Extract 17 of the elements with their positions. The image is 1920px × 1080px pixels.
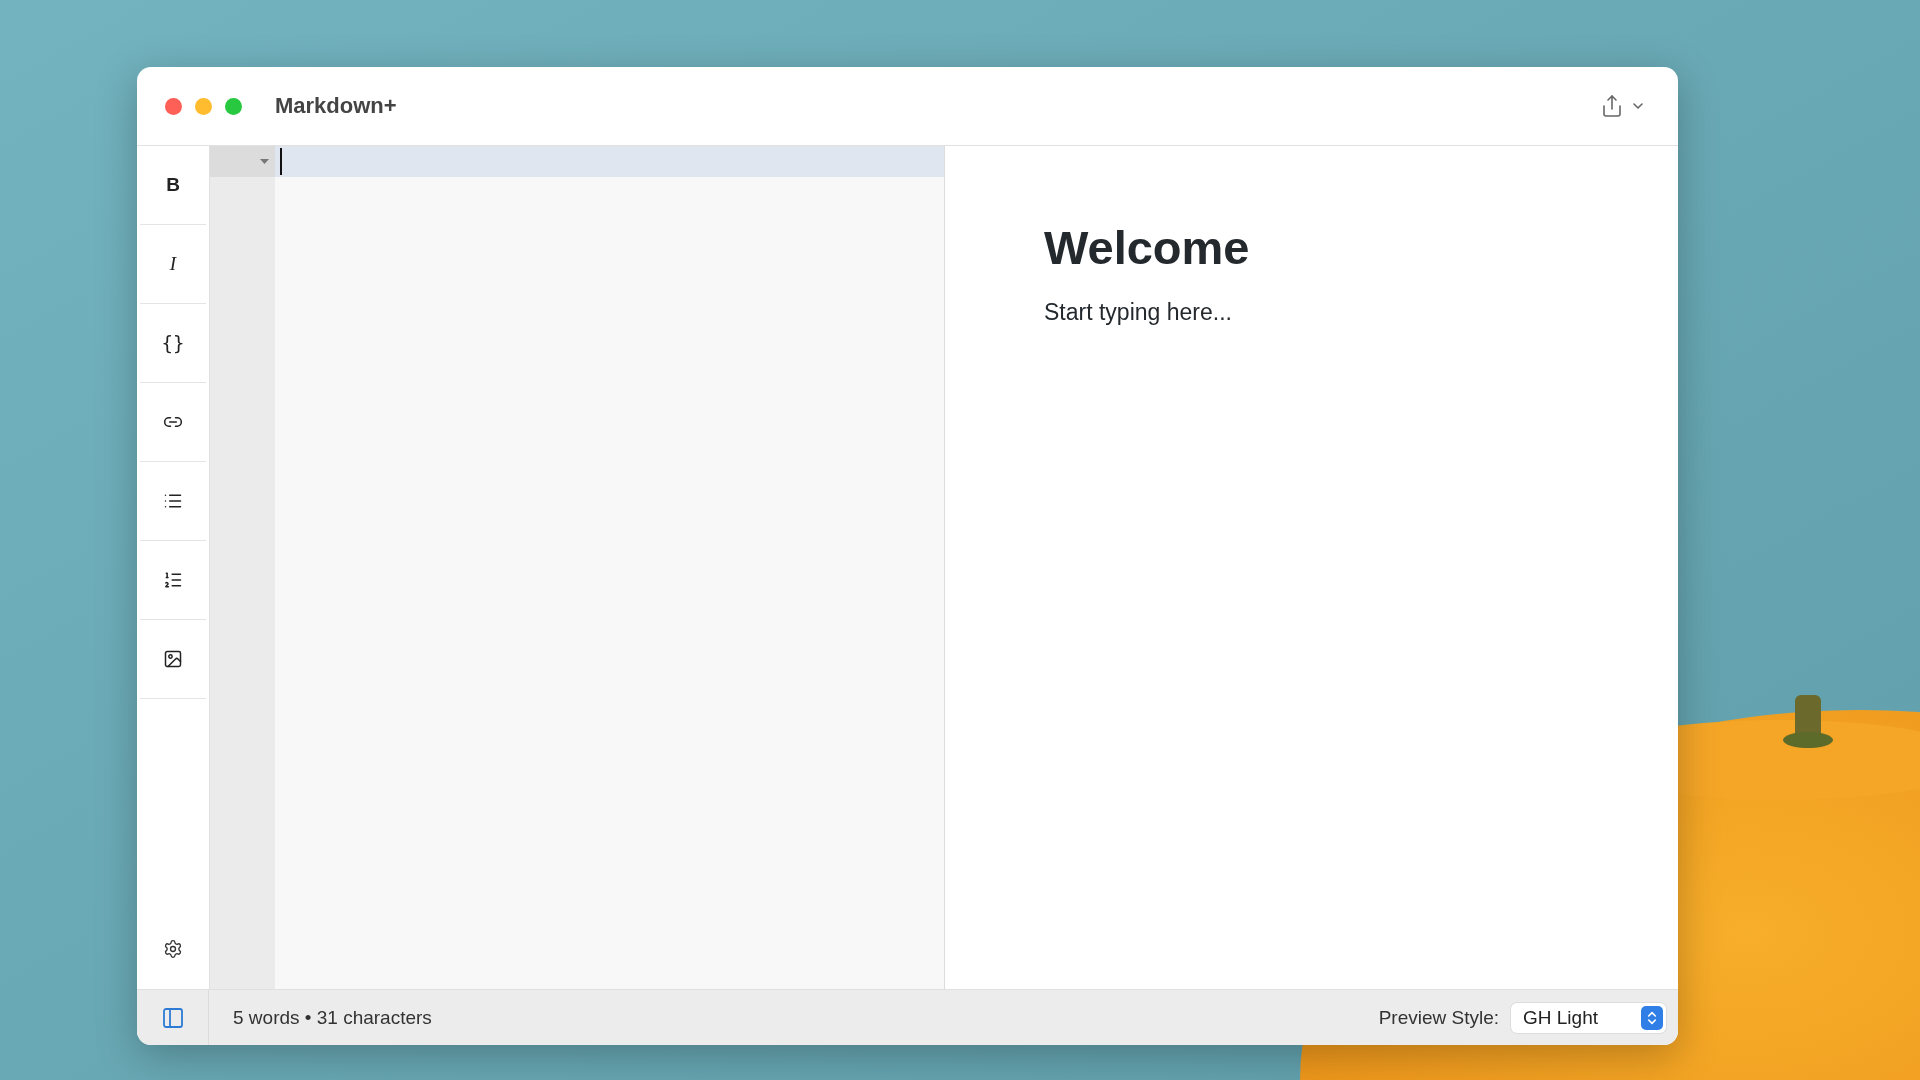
minimize-button[interactable] [195, 97, 212, 115]
preview-style-select[interactable]: GH Light [1511, 1002, 1666, 1033]
zoom-button[interactable] [225, 97, 242, 115]
settings-icon [163, 939, 183, 959]
window-title: Markdown+ [275, 93, 398, 119]
bullet-list-icon [163, 491, 183, 511]
preview-heading: Welcome [1044, 220, 1251, 275]
word-count: 5 words • 31 characters [233, 1006, 433, 1029]
preview-style-label: Preview Style: [1378, 1006, 1499, 1029]
sidebar-icon [160, 1005, 185, 1030]
preview-paragraph: Start typing here... [1044, 299, 1233, 326]
close-button[interactable] [165, 97, 182, 115]
fold-icon[interactable] [260, 158, 269, 165]
image-icon [163, 649, 183, 669]
text-cursor [280, 148, 282, 175]
share-icon [1600, 94, 1624, 118]
numbered-list-icon [163, 570, 183, 590]
